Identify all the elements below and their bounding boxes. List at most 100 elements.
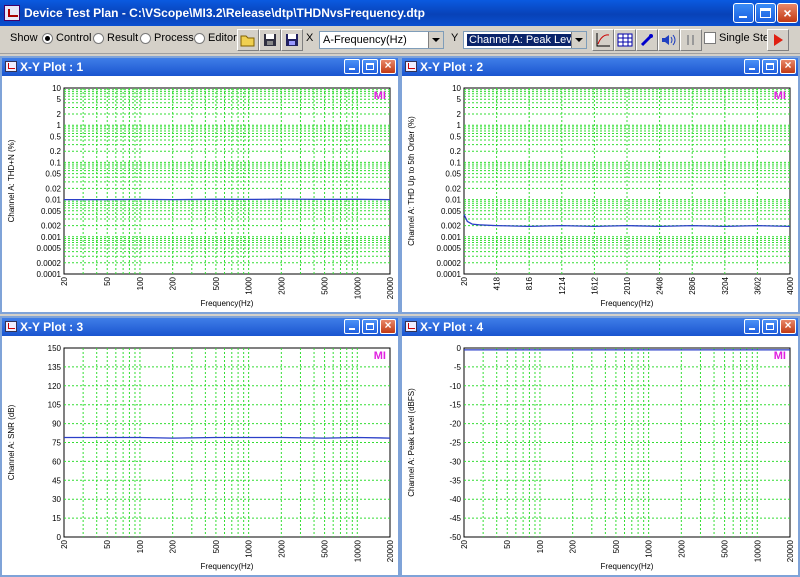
radio-process-label[interactable]: Process (154, 32, 194, 44)
run-button[interactable] (767, 29, 789, 51)
y-tick-label: 120 (48, 382, 62, 391)
plot-minimize-button[interactable] (344, 59, 360, 74)
y-tick-label: 75 (52, 439, 61, 448)
x-tick-label: 200 (569, 539, 578, 553)
open-folder-icon (240, 35, 255, 47)
y-tick-label: 10 (452, 84, 461, 93)
x-tick-label: 500 (612, 539, 621, 553)
minimize-icon (749, 328, 755, 330)
table-button[interactable] (614, 29, 636, 51)
y-axis-label: Channel A: THD+N (%) (7, 139, 16, 222)
plot-axis-button[interactable] (592, 29, 614, 51)
open-button[interactable] (237, 29, 259, 51)
x-tick-label: 50 (103, 539, 112, 548)
single-step-checkbox[interactable] (704, 32, 716, 44)
plot-icon (5, 61, 17, 72)
x-tick-label: 1214 (558, 276, 567, 294)
y-tick-label: 150 (48, 344, 62, 353)
x-tick-label: 500 (212, 539, 221, 553)
plot-title-bar: X-Y Plot : 2 × (402, 58, 798, 76)
plot-chart: 10 5 2 1 0.5 0.2 0.1 0.05 0.02 0.01 0.005 0.002 0.00… (407, 84, 795, 308)
plot-close-button[interactable]: × (780, 58, 796, 74)
pause-button[interactable] (680, 29, 702, 51)
plot-maximize-button[interactable] (762, 319, 778, 334)
y-tick-label: 2 (457, 110, 462, 119)
close-icon: × (783, 5, 792, 21)
maximize-icon (766, 323, 774, 330)
x-axis-label: Frequency(Hz) (601, 562, 654, 571)
plot-title: X-Y Plot : 4 (420, 320, 484, 334)
plot-title: X-Y Plot : 3 (20, 320, 84, 334)
x-tick-label: 20 (460, 539, 469, 548)
y-tick-label: -5 (454, 363, 462, 372)
y-axis-label: Y (451, 32, 459, 44)
radio-editor-label[interactable]: Editor (208, 32, 237, 44)
plot-area (63, 87, 391, 275)
radio-process[interactable] (140, 33, 151, 44)
mi-badge: MI (774, 90, 786, 102)
plot-icon (5, 321, 17, 332)
maximize-icon (366, 63, 374, 70)
plot-maximize-button[interactable] (362, 59, 378, 74)
window-title: Device Test Plan - C:\VScope\MI3.2\Relea… (24, 6, 425, 20)
y-tick-label: -20 (449, 420, 461, 429)
x-tick-label: 100 (536, 539, 545, 553)
plot-window-3: X-Y Plot : 3 × 150 135 120 105 90 75 60 45 30 15 0… (0, 316, 400, 577)
minimize-icon (349, 328, 355, 330)
plot-window-4: X-Y Plot : 4 × 0 -5 -10 -15 -20 -25 -30 -35 -40 -… (400, 316, 800, 577)
y-tick-label: 0.0001 (37, 270, 62, 279)
y-tick-label: 0.02 (45, 184, 61, 193)
x-tick-label: 3602 (753, 276, 762, 294)
x-tick-label: 4000 (786, 276, 795, 294)
x-tick-label: 3204 (721, 276, 730, 294)
y-tick-label: 0.002 (441, 222, 462, 231)
x-tick-label: 20 (460, 276, 469, 285)
x-tick-label: 1000 (245, 539, 254, 557)
plot-minimize-button[interactable] (344, 319, 360, 334)
window-title-bar: Device Test Plan - C:\VScope\MI3.2\Relea… (0, 0, 800, 26)
save-as-icon (286, 34, 298, 46)
y-tick-label: 0.05 (445, 170, 461, 179)
speaker-button[interactable] (658, 29, 680, 51)
save-button[interactable] (259, 29, 281, 51)
radio-control[interactable] (42, 33, 53, 44)
radio-control-label[interactable]: Control (56, 32, 91, 44)
chevron-down-icon[interactable] (571, 32, 586, 48)
x-axis-label: Frequency(Hz) (601, 299, 654, 308)
plot-close-button[interactable]: × (380, 58, 396, 74)
y-tick-label: 30 (52, 495, 61, 504)
plot-minimize-button[interactable] (744, 319, 760, 334)
radio-result[interactable] (93, 33, 104, 44)
save-as-button[interactable] (281, 29, 303, 51)
y-axis-value: Channel A: Peak Level (dBFS (467, 34, 586, 46)
plot-title: X-Y Plot : 2 (420, 60, 484, 74)
y-tick-label: 0.005 (441, 207, 462, 216)
plot-chart: 10 5 2 1 0.5 0.2 0.1 0.05 0.02 0.01 0.005 0.002 0.00… (7, 84, 395, 308)
x-axis-select[interactable]: A-Frequency(Hz) (319, 31, 444, 49)
close-button[interactable]: × (777, 3, 798, 23)
plot-close-button[interactable]: × (780, 318, 796, 334)
x-tick-label: 1612 (590, 276, 599, 294)
y-tick-label: 135 (48, 363, 62, 372)
radio-editor[interactable] (194, 33, 205, 44)
y-axis-select[interactable]: Channel A: Peak Level (dBFS (463, 31, 587, 49)
x-tick-label: 5000 (321, 539, 330, 557)
radio-result-label[interactable]: Result (107, 32, 138, 44)
y-tick-label: 60 (52, 457, 61, 466)
plot-maximize-button[interactable] (362, 319, 378, 334)
minimize-button[interactable] (733, 3, 754, 23)
maximize-button[interactable] (755, 3, 776, 23)
y-tick-label: 0.01 (445, 196, 461, 205)
plot-maximize-button[interactable] (762, 59, 778, 74)
y-tick-label: 1 (57, 121, 62, 130)
plot-close-button[interactable]: × (380, 318, 396, 334)
y-tick-label: 0 (457, 344, 462, 353)
probe-button[interactable] (636, 29, 658, 51)
minimize-icon (739, 16, 747, 18)
chevron-down-icon[interactable] (428, 32, 443, 48)
y-tick-label: 0.0002 (37, 259, 62, 268)
plot-axis-icon (596, 33, 610, 47)
y-tick-label: -35 (449, 476, 461, 485)
plot-minimize-button[interactable] (744, 59, 760, 74)
x-tick-label: 500 (212, 276, 221, 290)
